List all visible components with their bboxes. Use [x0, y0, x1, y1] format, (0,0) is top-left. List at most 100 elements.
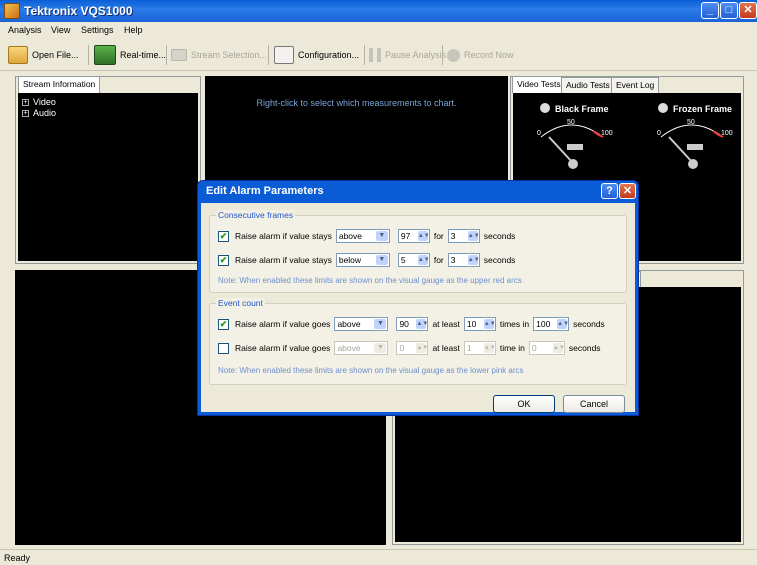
value-spinner[interactable]: 90 ▲▼ — [396, 317, 429, 331]
alarm-checkbox[interactable]: ✔ — [218, 254, 229, 266]
menu-settings[interactable]: Settings — [81, 25, 114, 35]
event-row-2: Raise alarm if value goes above ▼ 0 ▲▼ a… — [218, 340, 601, 356]
spinner-arrows-icon[interactable]: ▲▼ — [552, 343, 565, 353]
help-button[interactable]: ? — [601, 183, 618, 199]
toolbar-separator — [166, 45, 167, 65]
gauge-mid: 50 — [687, 119, 695, 126]
gauge-min: 0 — [537, 130, 541, 137]
condition-select[interactable]: above ▼ — [334, 341, 389, 355]
cancel-button[interactable]: Cancel — [563, 395, 625, 413]
maximize-button[interactable]: □ — [720, 2, 738, 19]
chevron-down-icon: ▼ — [374, 343, 387, 353]
tree-item-label: Video — [33, 97, 56, 107]
consecutive-row-1: ✔ Raise alarm if value stays above ▼ 97 … — [218, 228, 515, 244]
expand-icon[interactable]: + — [22, 98, 29, 106]
dialog-close-button[interactable]: ✕ — [619, 183, 636, 199]
value-spinner[interactable]: 97 ▲▼ — [397, 229, 430, 243]
toolbar-separator — [442, 45, 443, 65]
status-led-icon — [658, 103, 668, 113]
status-led-icon — [540, 103, 550, 113]
spinner-arrows-icon[interactable]: ▲▼ — [467, 255, 480, 265]
ok-button[interactable]: OK — [493, 395, 555, 413]
configuration-button[interactable]: Configuration... — [274, 43, 359, 67]
record-now-button[interactable]: Record Now — [447, 43, 514, 67]
open-file-button[interactable]: Open File... — [8, 43, 79, 67]
unit-label: seconds — [573, 319, 605, 329]
times-spinner[interactable]: 10 ▲▼ — [463, 317, 496, 331]
condition-select[interactable]: above ▼ — [335, 229, 390, 243]
chevron-down-icon: ▼ — [375, 231, 388, 241]
tab-event-log[interactable]: Event Log — [611, 77, 660, 93]
value-spinner[interactable]: 5 ▲▼ — [397, 253, 430, 267]
status-bar: Ready — [0, 549, 757, 565]
spinner-value: 100 — [536, 319, 551, 329]
alarm-checkbox[interactable]: ✔ — [218, 230, 229, 242]
consecutive-row-2: ✔ Raise alarm if value stays below ▼ 5 ▲… — [218, 252, 515, 268]
spinner-arrows-icon[interactable]: ▲▼ — [416, 319, 428, 329]
toolbar-separator — [364, 45, 365, 65]
gauge-label: Frozen Frame — [673, 104, 732, 114]
spinner-arrows-icon[interactable]: ▲▼ — [416, 343, 428, 353]
pause-analysis-button[interactable]: Pause Analysis — [369, 43, 446, 67]
for-label: for — [433, 231, 444, 241]
realtime-button[interactable]: Real-time... — [94, 43, 166, 67]
spinner-value: 10 — [466, 319, 477, 329]
tab-stream-information[interactable]: Stream Information — [18, 76, 101, 93]
alarm-checkbox[interactable]: ✔ — [218, 318, 229, 330]
spinner-value: 0 — [531, 343, 537, 353]
gauge-max: 100 — [721, 130, 733, 137]
seconds-spinner[interactable]: 3 ▲▼ — [447, 229, 480, 243]
stream-info-panel: Stream Information + Video + Audio — [15, 76, 201, 264]
tree-item-audio[interactable]: + Audio — [22, 108, 56, 118]
spinner-arrows-icon[interactable]: ▲▼ — [483, 343, 496, 353]
period-spinner[interactable]: 100 ▲▼ — [533, 317, 570, 331]
tree-item-video[interactable]: + Video — [22, 97, 56, 107]
chart-hint: Right-click to select which measurements… — [256, 98, 457, 108]
spinner-arrows-icon[interactable]: ▲▼ — [483, 319, 496, 329]
spinner-value: 90 — [399, 319, 409, 329]
menu-view[interactable]: View — [51, 25, 70, 35]
spinner-arrows-icon[interactable]: ▲▼ — [417, 231, 430, 241]
spinner-arrows-icon[interactable]: ▲▼ — [557, 319, 569, 329]
open-file-label: Open File... — [32, 50, 79, 60]
event-note: Note: When enabled these limits are show… — [218, 366, 524, 375]
select-value: above — [337, 343, 361, 353]
expand-icon[interactable]: + — [22, 109, 29, 117]
configuration-label: Configuration... — [298, 50, 360, 60]
group-label: Event count — [216, 298, 265, 308]
app-icon — [4, 3, 20, 19]
value-spinner[interactable]: 0 ▲▼ — [396, 341, 429, 355]
dialog-body: Consecutive frames ✔ Raise alarm if valu… — [201, 203, 635, 413]
spinner-arrows-icon[interactable]: ▲▼ — [467, 231, 480, 241]
stream-selection-button[interactable]: Stream Selection... — [171, 43, 267, 67]
tab-audio-tests[interactable]: Audio Tests — [561, 77, 615, 93]
gauge-min: 0 — [657, 130, 661, 137]
gauge-hub — [688, 159, 698, 169]
times-in-label: times in — [499, 319, 530, 329]
spinner-value: 0 — [399, 343, 405, 353]
menu-bar: Analysis View Settings Help — [0, 22, 757, 39]
row-label: Raise alarm if value stays — [235, 231, 332, 241]
times-spinner[interactable]: 1 ▲▼ — [463, 341, 496, 355]
seconds-spinner[interactable]: 3 ▲▼ — [447, 253, 480, 267]
event-row-1: ✔ Raise alarm if value goes above ▼ 90 ▲… — [218, 316, 605, 332]
unit-label: seconds — [483, 255, 516, 265]
close-button[interactable]: ✕ — [739, 2, 757, 19]
gauge-label: Black Frame — [555, 104, 609, 114]
spinner-value: 3 — [450, 255, 456, 265]
chevron-down-icon: ▼ — [375, 255, 388, 265]
minimize-button[interactable]: _ — [701, 2, 719, 19]
unit-label: seconds — [483, 231, 516, 241]
menu-analysis[interactable]: Analysis — [8, 25, 42, 35]
condition-select[interactable]: below ▼ — [335, 253, 390, 267]
tab-video-tests[interactable]: Video Tests — [512, 76, 566, 93]
at-least-label: at least — [432, 343, 460, 353]
spinner-value: 97 — [400, 231, 411, 241]
alarm-checkbox[interactable] — [218, 342, 229, 354]
realtime-icon — [94, 45, 116, 65]
condition-select[interactable]: above ▼ — [334, 317, 389, 331]
spinner-arrows-icon[interactable]: ▲▼ — [417, 255, 430, 265]
period-spinner[interactable]: 0 ▲▼ — [528, 341, 565, 355]
event-count-group: Event count ✔ Raise alarm if value goes … — [209, 298, 627, 385]
menu-help[interactable]: Help — [124, 25, 143, 35]
